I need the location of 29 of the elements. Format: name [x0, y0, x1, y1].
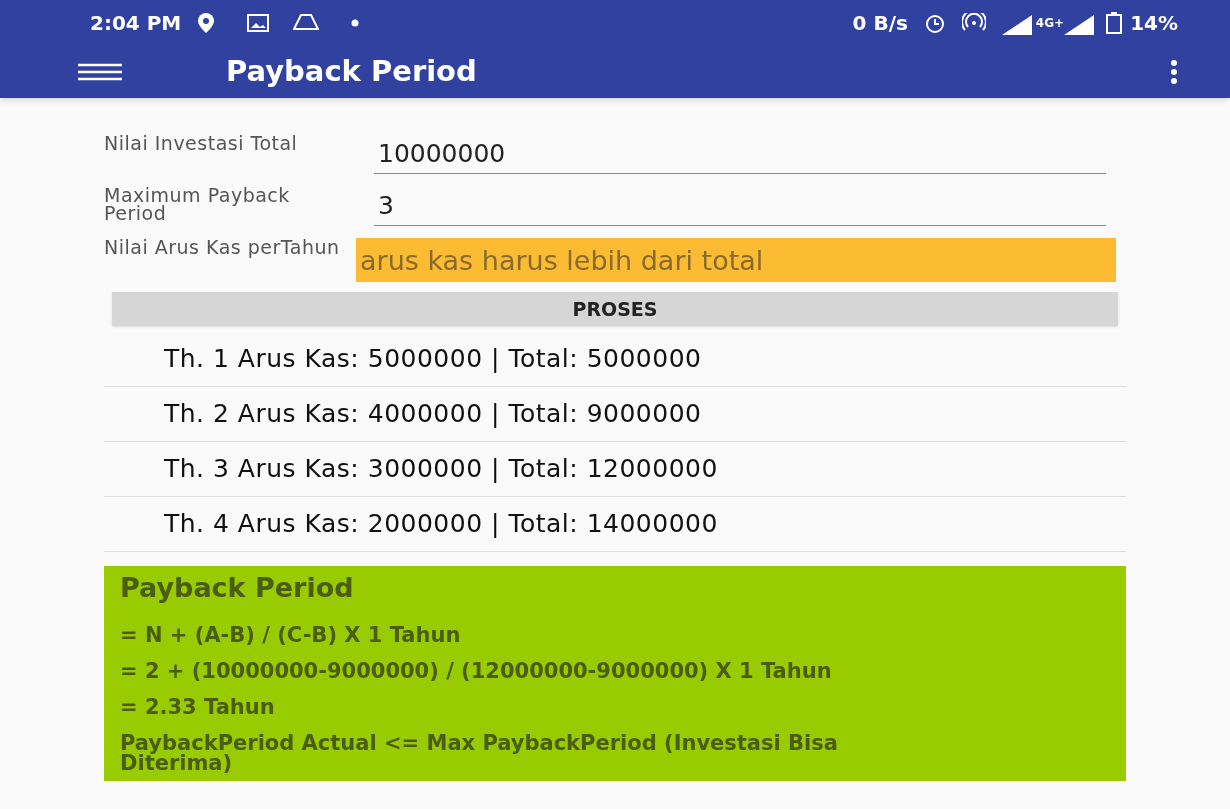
result-row: Th. 1 Arus Kas: 5000000 | Total: 5000000: [104, 332, 1126, 387]
input-field[interactable]: 10000000: [374, 134, 1106, 174]
field-label: Nilai Investasi Total: [104, 134, 299, 152]
result-row: Th. 3 Arus Kas: 3000000 | Total: 12000000: [104, 442, 1126, 497]
result-row: Th. 2 Arus Kas: 4000000 | Total: 9000000: [104, 387, 1126, 442]
formula-text: = N + (A-B) / (C-B) X 1 Tahun: [120, 624, 462, 645]
app-title: Payback Period: [226, 53, 477, 91]
dot-icon: [351, 19, 360, 27]
location-icon: [197, 13, 216, 33]
process-button[interactable]: PROSES: [112, 292, 1118, 326]
field-label: Nilai Arus Kas perTahun: [104, 238, 341, 256]
image-icon: [247, 14, 270, 32]
formula-text: = 2 + (10000000-9000000) / (12000000-9000000) X 1 Tahun: [120, 660, 833, 681]
alarm-icon: [923, 12, 946, 34]
battery-icon: [1106, 12, 1123, 34]
status-time: 2:04 PM: [90, 10, 182, 37]
formula-text: PaybackPeriod Actual <= Max PaybackPeriod (Investasi Bisa Diterima): [120, 732, 839, 773]
hotspot-icon: [961, 13, 986, 33]
formula-text: = 2.33 Tahun: [120, 696, 276, 717]
more-icon[interactable]: [1170, 60, 1178, 84]
network-speed: 0 B/s: [852, 10, 908, 37]
network-type: 4G+: [1035, 15, 1065, 32]
input-field[interactable]: 3: [374, 186, 1106, 226]
input-field[interactable]: arus kas harus lebih dari total: [356, 238, 1116, 282]
result-title: Payback Period: [120, 571, 355, 605]
battery-level: 14%: [1130, 10, 1178, 37]
result-row: Th. 4 Arus Kas: 2000000 | Total: 14000000: [104, 497, 1126, 552]
menu-icon[interactable]: [78, 63, 122, 81]
field-label: Maximum Payback Period: [104, 186, 291, 222]
